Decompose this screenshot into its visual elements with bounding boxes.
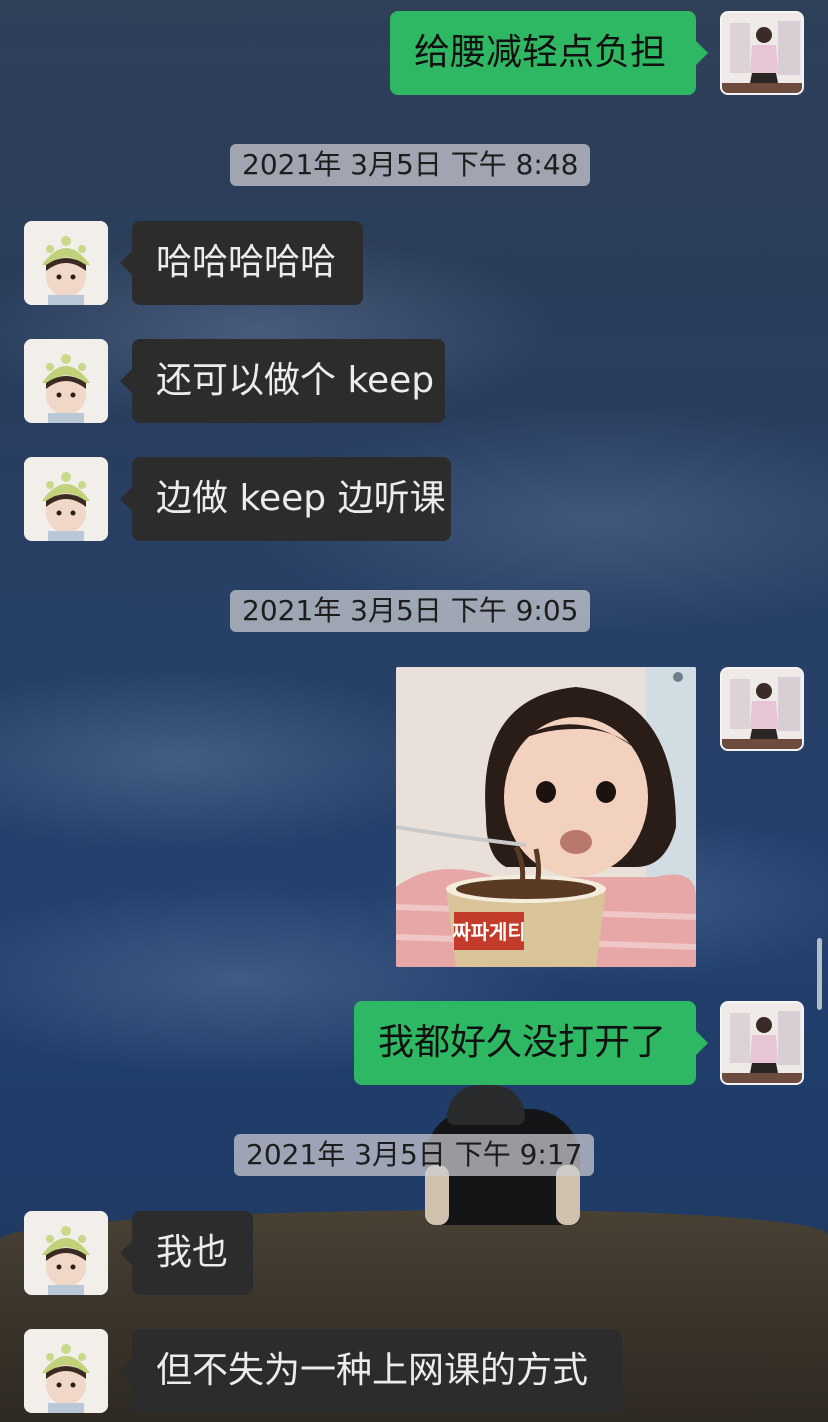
contact-avatar[interactable] — [24, 1329, 108, 1413]
received-message-bubble[interactable]: 边做 keep 边听课 — [120, 457, 451, 541]
timestamp: 2021年 3月5日 下午 9:17 — [234, 1134, 595, 1176]
my-avatar[interactable] — [720, 667, 804, 751]
sent-message-bubble[interactable]: 我都好久没打开了 — [354, 1001, 708, 1085]
scrollbar[interactable] — [817, 938, 822, 1010]
my-avatar[interactable] — [720, 11, 804, 95]
contact-avatar[interactable] — [24, 339, 108, 423]
chat-screen: 给腰减轻点负担 2021年 3月5日 下午 8:48 哈哈哈哈哈 还可以做个 k… — [0, 0, 828, 1422]
sent-message-bubble[interactable]: 给腰减轻点负担 — [390, 11, 708, 95]
received-message-bubble[interactable]: 我也 — [120, 1211, 253, 1295]
contact-avatar[interactable] — [24, 221, 108, 305]
contact-avatar[interactable] — [24, 1211, 108, 1295]
received-message-bubble[interactable]: 哈哈哈哈哈 — [120, 221, 363, 305]
contact-avatar[interactable] — [24, 457, 108, 541]
timestamp: 2021年 3月5日 下午 9:05 — [230, 590, 591, 632]
timestamp: 2021年 3月5日 下午 8:48 — [230, 144, 591, 186]
received-message-bubble[interactable]: 但不失为一种上网课的方式 — [120, 1329, 622, 1413]
sticker-label: 짜파게티 — [452, 920, 526, 944]
received-message-bubble[interactable]: 还可以做个 keep — [120, 339, 445, 423]
my-avatar[interactable] — [720, 1001, 804, 1085]
sticker-image[interactable]: 짜파게티 — [396, 667, 696, 967]
